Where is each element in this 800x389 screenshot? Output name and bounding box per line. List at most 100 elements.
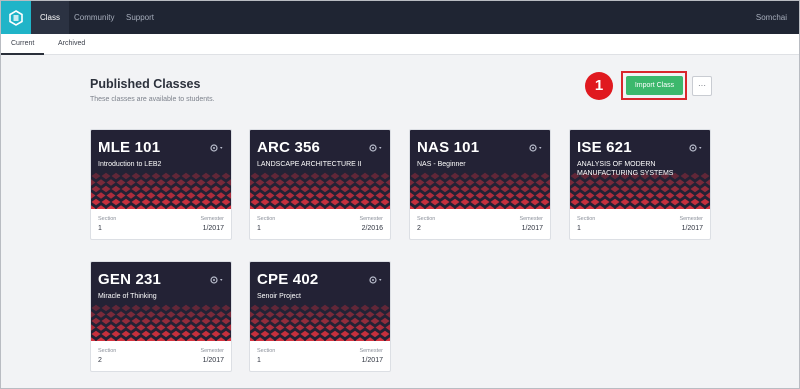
pattern-diamond	[275, 192, 285, 199]
pattern-diamond	[91, 330, 101, 338]
gear-icon[interactable]	[363, 274, 383, 286]
tab-current[interactable]: Current	[1, 34, 45, 55]
sub-navigation: Current Archived	[1, 34, 799, 55]
pattern-diamond	[201, 317, 211, 325]
pattern-diamond	[490, 185, 500, 193]
pattern-diamond	[221, 185, 231, 193]
pattern-diamond	[340, 198, 350, 206]
pattern-diamond	[260, 304, 270, 312]
class-name: ANALYSIS OF MODERN MANUFACTURING SYSTEMS	[577, 161, 674, 177]
class-name: Miracle of Thinking	[98, 293, 157, 300]
import-class-button[interactable]: Import Class	[626, 76, 683, 95]
app-logo-icon[interactable]	[1, 1, 31, 34]
pattern-diamond	[211, 185, 221, 193]
user-menu[interactable]: Somchai	[756, 1, 787, 34]
pattern-diamond	[300, 317, 310, 325]
nav-class[interactable]: Class	[31, 1, 70, 34]
pattern-diamond	[176, 192, 186, 199]
pattern-diamond	[415, 205, 425, 209]
pattern-diamond	[625, 205, 635, 209]
section-value: 1	[257, 225, 261, 232]
pattern-diamond	[340, 330, 350, 338]
nav-support[interactable]: Support	[126, 1, 154, 34]
class-card[interactable]: ARC 356 LANDSCAPE ARCHITECTURE II Sectio…	[249, 129, 391, 240]
pattern-diamond	[270, 172, 280, 180]
pattern-diamond	[171, 330, 181, 338]
pattern-diamond	[116, 192, 126, 199]
pattern-diamond	[435, 179, 445, 186]
pattern-diamond	[106, 205, 116, 209]
class-card[interactable]: GEN 231 Miracle of Thinking Section Seme…	[90, 261, 232, 372]
pattern-diamond	[655, 179, 665, 186]
more-options-button[interactable]: ···	[692, 76, 712, 96]
section-label: Section	[98, 216, 117, 222]
gear-icon[interactable]	[204, 142, 224, 154]
pattern-diamond	[610, 185, 620, 193]
nav-community[interactable]: Community	[74, 1, 114, 34]
pattern-diamond	[345, 337, 355, 341]
pattern-diamond	[201, 172, 211, 180]
pattern-diamond	[121, 304, 131, 312]
pattern-diamond	[675, 205, 685, 209]
pattern-diamond	[146, 337, 156, 341]
pattern-diamond	[570, 205, 575, 209]
pattern-diamond	[116, 324, 126, 331]
gear-icon[interactable]	[204, 274, 224, 286]
pattern-diamond	[305, 311, 315, 318]
pattern-diamond	[595, 179, 605, 186]
pattern-diamond	[300, 185, 310, 193]
pattern-diamond	[335, 337, 345, 341]
pattern-diamond	[520, 198, 530, 206]
pattern-diamond	[156, 205, 166, 209]
pattern-diamond	[226, 179, 231, 186]
pattern-diamond	[705, 179, 710, 186]
pattern-diamond	[166, 179, 176, 186]
pattern-diamond	[201, 330, 211, 338]
pattern-diamond	[470, 185, 480, 193]
pattern-diamond	[126, 192, 136, 199]
pattern-diamond	[535, 205, 545, 209]
pattern-diamond	[385, 337, 390, 341]
pattern-diamond	[575, 205, 585, 209]
pattern-diamond	[515, 205, 525, 209]
pattern-diamond	[680, 198, 690, 206]
pattern-diamond	[375, 324, 385, 331]
pattern-diamond	[320, 304, 330, 312]
pattern-diamond	[91, 205, 96, 209]
pattern-diamond	[280, 317, 290, 325]
pattern-diamond	[655, 192, 665, 199]
tab-archived[interactable]: Archived	[58, 34, 85, 55]
pattern-diamond	[380, 330, 390, 338]
card-header: GEN 231 Miracle of Thinking	[91, 262, 231, 341]
class-card[interactable]: ISE 621 ANALYSIS OF MODERN MANUFACTURING…	[569, 129, 711, 240]
pattern-diamond	[131, 172, 141, 180]
pattern-diamond	[186, 311, 196, 318]
pattern-diamond	[255, 205, 265, 209]
gear-icon[interactable]	[523, 142, 543, 154]
pattern-diamond	[345, 192, 355, 199]
class-card[interactable]: NAS 101 NAS - Beginner Section Semester …	[409, 129, 551, 240]
pattern-diamond	[391, 199, 392, 205]
pattern-diamond	[232, 186, 233, 192]
pattern-diamond	[350, 317, 360, 325]
pattern-diamond	[460, 185, 470, 193]
pattern-diamond	[131, 304, 141, 312]
pattern-diamond	[121, 317, 131, 325]
class-card[interactable]: CPE 402 Senoir Project Section Semester …	[249, 261, 391, 372]
pattern-diamond	[310, 198, 320, 206]
pattern-diamond	[315, 311, 325, 318]
pattern-diamond	[250, 330, 260, 338]
pattern-diamond	[325, 311, 335, 318]
pattern-diamond	[335, 192, 345, 199]
pattern-diamond	[645, 192, 655, 199]
gear-icon[interactable]	[683, 142, 703, 154]
pattern-diamond	[226, 337, 231, 341]
pattern-diamond	[216, 179, 226, 186]
class-code: ARC 356	[257, 139, 321, 156]
pattern-diamond	[430, 185, 440, 193]
pattern-diamond	[146, 179, 156, 186]
pattern-diamond	[505, 192, 515, 199]
gear-icon[interactable]	[363, 142, 383, 154]
class-card[interactable]: MLE 101 Introduction to LEB2 Section Sem…	[90, 129, 232, 240]
card-header: ARC 356 LANDSCAPE ARCHITECTURE II	[250, 130, 392, 209]
